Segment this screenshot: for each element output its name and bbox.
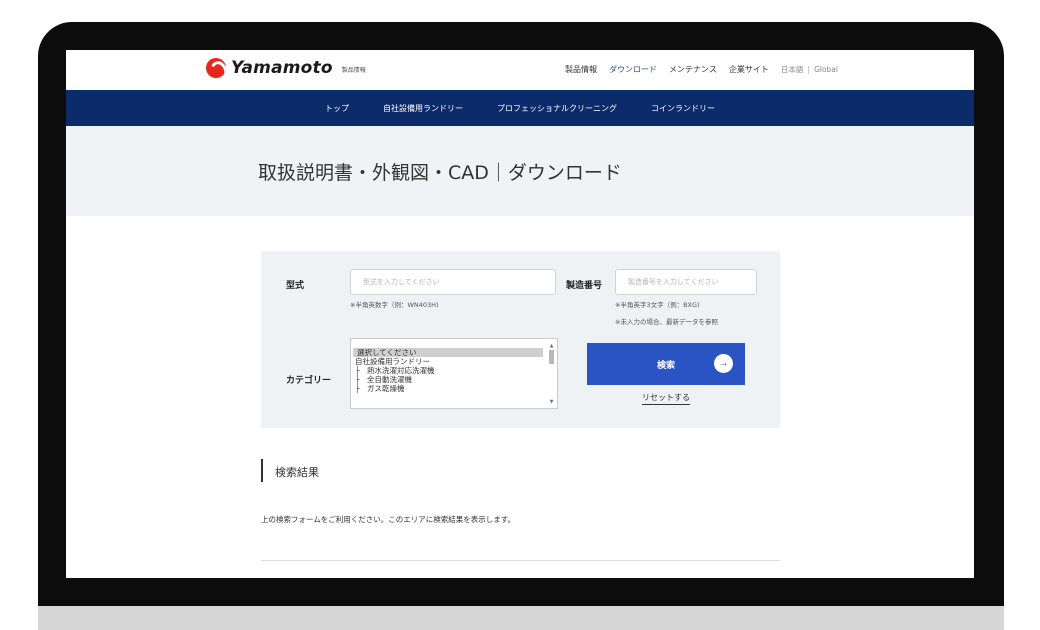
logo-text: Yamamoto [231, 58, 333, 78]
mainnav-professional-cleaning[interactable]: プロフェッショナルクリーニング [497, 103, 617, 114]
results-heading-bar [261, 459, 263, 482]
utility-nav: 製品情報 ダウンロード メンテナンス 企業サイト 日本語 | Global [553, 64, 838, 75]
model-input[interactable]: 型式を入力してください [350, 269, 556, 295]
title-band: 取扱説明書・外観図・CAD｜ダウンロード [66, 126, 974, 216]
topnav-corporate[interactable]: 企業サイト [729, 64, 769, 75]
mainnav-top[interactable]: トップ [325, 103, 349, 114]
topnav-maintenance[interactable]: メンテナンス [669, 64, 717, 75]
category-option[interactable]: ├ 全自動洗濯機 [351, 375, 543, 384]
search-panel: 型式 型式を入力してください ※半角英数字（例：WN403H) 製造番号 製造番… [261, 251, 780, 428]
category-option[interactable]: 自社設備用ランドリー [351, 357, 543, 366]
listbox-scrollbar[interactable]: ▲ ▼ [548, 343, 555, 405]
serial-label: 製造番号 [566, 281, 603, 291]
main-nav: トップ 自社設備用ランドリー プロフェッショナルクリーニング コインランドリー [66, 90, 974, 126]
site-header: Yamamoto 製品情報 製品情報 ダウンロード メンテナンス 企業サイト 日… [66, 50, 974, 90]
serial-hint-blank: ※未入力の場合、最新データを参照 [615, 318, 718, 326]
category-option[interactable]: 選択してください [353, 348, 543, 357]
arrow-right-icon: → [714, 354, 733, 373]
brand-logo[interactable]: Yamamoto 製品情報 [206, 58, 366, 78]
category-option[interactable]: ├ 熱水洗濯対応洗濯機 [351, 366, 543, 375]
results-title: 検索結果 [275, 466, 319, 479]
mainnav-onpremise-laundry[interactable]: 自社設備用ランドリー [383, 103, 463, 114]
category-listbox[interactable]: 選択してください 自社設備用ランドリー ├ 熱水洗濯対応洗濯機 ├ 全自動洗濯機… [350, 338, 558, 409]
reset-link[interactable]: リセットする [642, 392, 690, 405]
lang-japanese[interactable]: 日本語 [781, 64, 804, 75]
page-title: 取扱説明書・外観図・CAD｜ダウンロード [258, 162, 622, 184]
logo-swirl-icon [206, 58, 226, 78]
serial-hint-format: ※半角英字3文字（例：BXG) [615, 301, 700, 309]
logo-subtitle: 製品情報 [341, 67, 366, 74]
scroll-down-icon[interactable]: ▼ [548, 399, 555, 405]
lang-separator: | [807, 65, 811, 74]
topnav-products[interactable]: 製品情報 [565, 64, 597, 75]
topnav-download[interactable]: ダウンロード [609, 64, 657, 75]
laptop-base [38, 606, 1004, 630]
serial-input[interactable]: 製造番号を入力してください [615, 269, 757, 295]
search-button[interactable]: 検索 → [587, 343, 745, 385]
results-message: 上の検索フォームをご利用ください。このエリアに検索結果を表示します。 [261, 515, 516, 524]
mainnav-coin-laundry[interactable]: コインランドリー [651, 103, 715, 114]
scroll-thumb[interactable] [549, 350, 554, 364]
category-option[interactable]: ├ ガス乾燥機 [351, 384, 543, 393]
category-label: カテゴリー [286, 376, 332, 386]
model-label: 型式 [286, 281, 305, 291]
lang-global[interactable]: Global [814, 65, 838, 74]
results-divider [261, 560, 780, 561]
model-hint: ※半角英数字（例：WN403H) [350, 301, 439, 309]
scroll-up-icon[interactable]: ▲ [548, 343, 555, 349]
search-button-label: 検索 [656, 359, 675, 370]
browser-viewport: Yamamoto 製品情報 製品情報 ダウンロード メンテナンス 企業サイト 日… [66, 50, 974, 578]
